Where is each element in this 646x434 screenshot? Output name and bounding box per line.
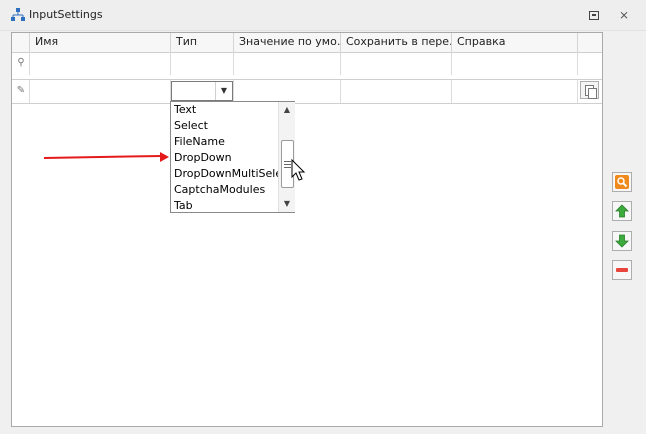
copy-button[interactable] — [580, 81, 599, 99]
filter-save-cell[interactable] — [341, 52, 452, 75]
new-row-default-value-cell[interactable] — [234, 80, 341, 103]
filter-row: ⚲ — [12, 52, 602, 76]
grip-icon — [284, 161, 291, 168]
dropdown-option-filename[interactable]: FileName — [171, 134, 278, 150]
filter-help-cell[interactable] — [452, 52, 578, 75]
chevron-down-icon: ▼ — [220, 86, 228, 95]
new-row-indicator-cell: ✎ — [12, 80, 30, 103]
header-indicator-column — [12, 33, 30, 52]
header-default-value-column[interactable]: Значение по умо… — [234, 33, 341, 52]
filter-indicator-cell: ⚲ — [12, 52, 30, 75]
pin-icon: ⚲ — [17, 57, 25, 68]
dropdown-scrollbar[interactable]: ▲ ▼ — [278, 102, 295, 212]
header-help-column[interactable]: Справка — [452, 33, 578, 52]
pencil-icon: ✎ — [16, 85, 26, 96]
input-settings-grid: Имя Тип Значение по умо… Сохранить в пер… — [11, 32, 603, 427]
magnifier-icon — [615, 175, 629, 189]
new-row-help-cell[interactable] — [452, 80, 578, 103]
restore-button[interactable] — [586, 7, 602, 23]
new-item-row: ✎ — [12, 79, 602, 104]
window-title: InputSettings — [29, 8, 103, 21]
restore-window-icon — [589, 11, 599, 20]
header-name-column[interactable]: Имя — [30, 33, 171, 52]
filter-default-value-cell[interactable] — [234, 52, 341, 75]
dropdown-option-text[interactable]: Text — [171, 102, 278, 118]
scroll-up-icon[interactable]: ▲ — [279, 103, 295, 117]
minus-icon — [616, 268, 628, 272]
mouse-pointer-icon — [291, 159, 306, 181]
move-down-button[interactable] — [612, 231, 632, 251]
arrow-up-icon — [615, 204, 629, 218]
window-titlebar: InputSettings ⨯ — [0, 0, 646, 31]
dropdown-option-dropdown[interactable]: DropDown — [171, 150, 278, 166]
filter-type-cell[interactable] — [171, 52, 234, 75]
arrow-down-icon — [615, 234, 629, 248]
annotation-arrow-head-icon — [160, 152, 169, 162]
dropdown-option-captchamodules[interactable]: CaptchaModules — [171, 182, 278, 198]
move-up-button[interactable] — [612, 201, 632, 221]
filter-name-cell[interactable] — [30, 52, 171, 75]
close-button[interactable]: ⨯ — [616, 7, 632, 23]
header-save-column[interactable]: Сохранить в пере… — [341, 33, 452, 52]
type-combobox[interactable]: ▼ — [171, 81, 233, 101]
dropdown-options: Text Select FileName DropDown DropDownMu… — [171, 102, 278, 214]
filter-action-cell — [578, 52, 602, 75]
remove-button[interactable] — [612, 260, 632, 280]
new-row-save-cell[interactable] — [341, 80, 452, 103]
close-icon: ⨯ — [618, 8, 630, 22]
new-row-name-cell[interactable] — [30, 80, 171, 103]
scroll-down-icon[interactable]: ▼ — [279, 197, 295, 211]
header-type-column[interactable]: Тип — [171, 33, 234, 52]
search-button[interactable] — [612, 172, 632, 192]
tree-structure-icon — [11, 8, 25, 21]
dropdown-option-select[interactable]: Select — [171, 118, 278, 134]
header-action-column — [578, 33, 602, 52]
dropdown-option-dropdownmultiselect[interactable]: DropDownMultiSelect — [171, 166, 278, 182]
grid-header: Имя Тип Значение по умо… Сохранить в пер… — [12, 33, 602, 53]
type-dropdown-list: Text Select FileName DropDown DropDownMu… — [170, 101, 295, 213]
dropdown-option-tab[interactable]: Tab — [171, 198, 278, 214]
combobox-dropdown-button[interactable]: ▼ — [215, 82, 232, 100]
